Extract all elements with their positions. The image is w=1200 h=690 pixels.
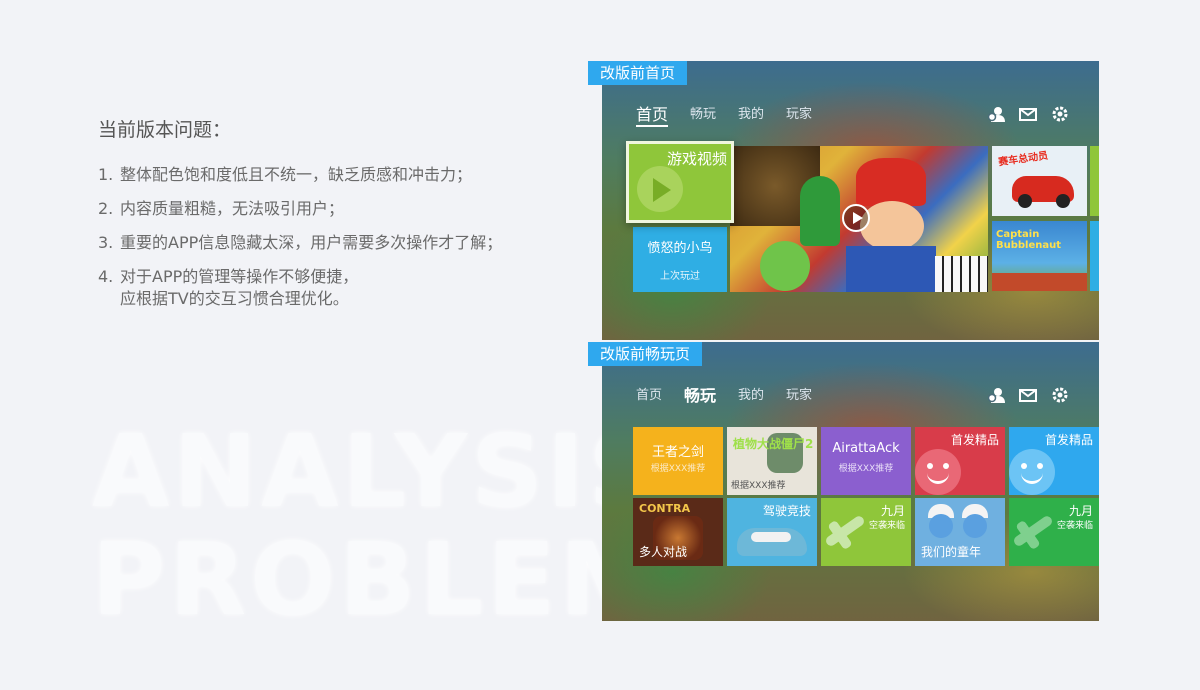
tile-label: 驾驶竞技 — [762, 504, 811, 518]
tile-partial-green[interactable] — [1090, 146, 1099, 216]
game-tile-king-sword[interactable]: 王者之剑 根据XXX推荐 — [633, 427, 723, 495]
issue-item: 3. 重要的APP信息隐藏太深，用户需要多次操作才了解； — [98, 232, 502, 254]
tile-label: 九月 — [1068, 504, 1093, 518]
tile-label: 首发精品 — [1044, 433, 1093, 447]
nav-tab-players[interactable]: 玩家 — [786, 105, 812, 127]
tv-icons — [987, 105, 1069, 123]
captain-logo: Captain Bubblenaut — [996, 229, 1062, 251]
game-tile-contra[interactable]: CONTRA 多人对战 — [633, 498, 723, 566]
yoshi-art — [760, 241, 810, 291]
contra-logo: CONTRA — [639, 502, 691, 515]
issue-text: 内容质量粗糙，无法吸引用户； — [120, 199, 345, 218]
watermark-problem: PROBLEM — [92, 521, 664, 638]
cars-logo: 赛车总动员 — [997, 150, 1049, 169]
tile-sublabel: 空袭来临 — [868, 521, 905, 531]
gear-icon[interactable] — [1051, 386, 1069, 404]
mario-hat-art — [856, 158, 926, 206]
nav-tab-play[interactable]: 畅玩 — [690, 105, 716, 127]
issue-item: 4. 对于APP的管理等操作不够便捷， 应根据TV的交互习惯合理优化。 — [98, 266, 502, 310]
tv-nav: 首页 畅玩 我的 玩家 — [636, 105, 812, 127]
tile-mario-feature[interactable] — [730, 146, 988, 292]
issue-text: 对于APP的管理等操作不够便捷， — [120, 267, 359, 286]
smurf-art — [963, 514, 987, 538]
game-tile-pvz2[interactable]: 植物大战僵尸2 根据XXX推荐 — [727, 427, 817, 495]
game-tile-driving[interactable]: 驾驶竞技 — [727, 498, 817, 566]
play-screenshot: 首页 畅玩 我的 玩家 王者之剑 根据XXX推荐 植物大战僵尸2 根据XXX推荐… — [602, 342, 1099, 621]
issue-text-continued: 应根据TV的交互习惯合理优化。 — [120, 289, 349, 308]
tile-sublabel: 空袭来临 — [1056, 521, 1093, 531]
home-screenshot: 首页 畅玩 我的 玩家 游戏视频 愤怒的小鸟 上次玩过 赛车总动员 Captai… — [602, 61, 1099, 340]
issue-number: 1. — [98, 165, 114, 184]
nav-tab-mine[interactable]: 我的 — [738, 386, 764, 406]
nav-tab-home[interactable]: 首页 — [636, 105, 669, 127]
smile-icon — [915, 449, 961, 495]
issue-number: 2. — [98, 199, 114, 218]
game-tile-september-green[interactable]: 九月 空袭来临 — [821, 498, 911, 566]
mario-face-art — [860, 201, 924, 251]
tile-label: 多人对战 — [639, 545, 688, 559]
tile-label: AirattaAck — [832, 441, 900, 456]
tile-sublabel: 根据XXX推荐 — [731, 481, 786, 491]
tile-label: 我们的童年 — [921, 545, 982, 559]
watermark-analysis: ANALYSIS — [92, 413, 665, 530]
mario-overalls-art — [846, 246, 936, 292]
luigi-art — [800, 176, 840, 246]
user-icon[interactable] — [987, 105, 1005, 123]
smurf-art — [929, 514, 953, 538]
game-tile-childhood[interactable]: 我们的童年 — [915, 498, 1005, 566]
issue-text: 整体配色饱和度低且不统一，缺乏质感和冲击力； — [120, 165, 473, 184]
game-tile-featured-blue[interactable]: 首发精品 — [1009, 427, 1099, 495]
tv-nav: 首页 畅玩 我的 玩家 — [636, 386, 812, 406]
play-icon[interactable] — [842, 204, 870, 232]
nav-tab-play[interactable]: 畅玩 — [684, 386, 716, 406]
issue-item: 1. 整体配色饱和度低且不统一，缺乏质感和冲击力； — [98, 164, 502, 186]
nav-tab-players[interactable]: 玩家 — [786, 386, 812, 406]
mail-icon[interactable] — [1019, 386, 1037, 404]
tile-captain-bubblenaut[interactable]: Captain Bubblenaut — [992, 221, 1087, 291]
smile-icon — [1009, 449, 1055, 495]
nav-tab-home[interactable]: 首页 — [636, 386, 662, 406]
pvz-logo: 植物大战僵尸2 — [733, 437, 814, 451]
issues-title: 当前版本问题： — [98, 119, 232, 141]
tile-sublabel: 根据XXX推荐 — [650, 464, 706, 474]
nav-tab-mine[interactable]: 我的 — [738, 105, 764, 127]
issue-text: 重要的APP信息隐藏太深，用户需要多次操作才了解； — [120, 233, 503, 252]
tile-sublabel: 上次玩过 — [660, 271, 700, 282]
game-tile-airattaack[interactable]: AirattaAck 根据XXX推荐 — [821, 427, 911, 495]
tile-label: 王者之剑 — [651, 445, 704, 460]
tile-sublabel: 根据XXX推荐 — [838, 464, 894, 474]
tile-label: 首发精品 — [950, 433, 999, 447]
gear-icon[interactable] — [1051, 105, 1069, 123]
panel-tag-home: 改版前首页 — [588, 61, 688, 85]
tile-label: 九月 — [880, 504, 905, 518]
tile-label: 愤怒的小鸟 — [647, 241, 713, 256]
game-tile-september-dark[interactable]: 九月 空袭来临 — [1009, 498, 1099, 566]
issue-list: 1. 整体配色饱和度低且不统一，缺乏质感和冲击力； 2. 内容质量粗糙，无法吸引… — [98, 164, 502, 322]
tile-cars[interactable]: 赛车总动员 — [992, 146, 1087, 216]
tile-angry-birds[interactable]: 愤怒的小鸟 上次玩过 — [633, 227, 727, 292]
user-icon[interactable] — [987, 386, 1005, 404]
piano-art — [935, 256, 988, 292]
tile-label: 游戏视频 — [666, 150, 727, 168]
issue-number: 4. — [98, 267, 114, 286]
panel-tag-play: 改版前畅玩页 — [588, 342, 703, 366]
tv-icons — [987, 386, 1069, 404]
mail-icon[interactable] — [1019, 105, 1037, 123]
issue-item: 2. 内容质量粗糙，无法吸引用户； — [98, 198, 502, 220]
game-tile-featured-red[interactable]: 首发精品 — [915, 427, 1005, 495]
tile-game-video[interactable]: 游戏视频 — [626, 141, 734, 223]
tile-partial-blue[interactable] — [1090, 221, 1099, 291]
issue-number: 3. — [98, 233, 114, 252]
